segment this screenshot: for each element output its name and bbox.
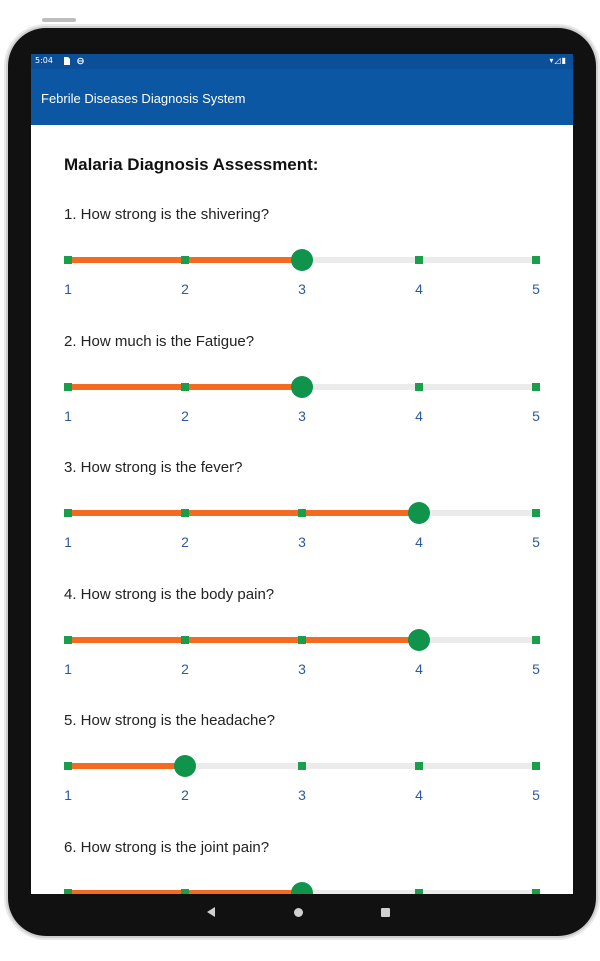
- scale-label: 4: [415, 787, 423, 803]
- slider-tick: [532, 256, 540, 264]
- question-item: 1. How strong is the shivering? 1 2 3 4 5: [31, 206, 573, 332]
- slider-tick: [298, 635, 306, 644]
- slider-tick: [64, 382, 72, 391]
- scale-label: 5: [532, 787, 540, 803]
- scale-label: 2: [181, 660, 189, 677]
- rating-slider[interactable]: 1 2 3 4 5: [64, 621, 540, 677]
- data-saver-icon: [77, 57, 84, 65]
- app-bar: Febrile Diseases Diagnosis System: [31, 69, 573, 125]
- scale-label: 5: [532, 281, 540, 297]
- rating-slider[interactable]: 1 2 3 4 5: [64, 241, 540, 297]
- rating-slider[interactable]: 12345: [64, 874, 540, 894]
- slider-tick: [181, 509, 189, 517]
- scale-label: 3: [298, 787, 306, 803]
- question-item: 2. How much is the Fatigue? 1 2 3 4 5: [31, 333, 573, 459]
- scale-label: 1: [64, 281, 72, 297]
- app-screen: 5:04 ▾◿▮ Febrile Diseases Diagnosis Syst…: [31, 54, 573, 894]
- slider-tick: [532, 382, 540, 391]
- question-text: 5. How strong is the headache?: [64, 712, 275, 729]
- slider-thumb[interactable]: [408, 628, 430, 651]
- question-text: 3. How strong is the fever?: [64, 459, 243, 476]
- rating-slider[interactable]: 1 2 3 4 5: [64, 747, 540, 803]
- slider-fill: [68, 636, 419, 643]
- app-title: Febrile Diseases Diagnosis System: [41, 91, 246, 106]
- nav-recents-icon[interactable]: [381, 908, 390, 917]
- question-text: 6. How strong is the joint pain?: [64, 838, 270, 856]
- status-time: 5:04: [35, 56, 53, 65]
- nav-home-icon[interactable]: [294, 908, 303, 917]
- slider-tick: [415, 256, 423, 264]
- question-item: 3. How strong is the fever? 1 2 3 4 5: [31, 459, 573, 585]
- scale-label: 1: [64, 407, 72, 424]
- slider-thumb[interactable]: [291, 249, 313, 271]
- slider-thumb[interactable]: [174, 755, 196, 777]
- scale-label: 3: [298, 534, 306, 550]
- question-text: 2. How much is the Fatigue?: [64, 332, 255, 350]
- slider-tick: [181, 256, 189, 264]
- rating-slider[interactable]: 1 2 3 4 5: [64, 494, 540, 550]
- scale-label: 5: [532, 534, 540, 550]
- slider-tick: [415, 382, 423, 391]
- scale-label: 1: [64, 660, 72, 677]
- scale-label: 4: [415, 281, 423, 297]
- slider-thumb[interactable]: [408, 502, 430, 524]
- scale-label: 1: [64, 787, 72, 803]
- slider-tick: [181, 382, 189, 391]
- assessment-content: Malaria Diagnosis Assessment: 1. How str…: [31, 125, 573, 894]
- scale-label: 2: [181, 787, 189, 803]
- scale-label: 5: [532, 407, 540, 424]
- slider-tick: [64, 762, 72, 770]
- slider-tick: [298, 762, 306, 770]
- slider-tick: [64, 256, 72, 264]
- scale-label: 1: [64, 534, 72, 550]
- sim-card-icon: [64, 57, 70, 65]
- scale-label: 3: [298, 407, 306, 424]
- scale-label: 2: [181, 534, 189, 550]
- slider-tick: [532, 762, 540, 770]
- slider-tick: [415, 762, 423, 770]
- rating-slider[interactable]: 1 2 3 4 5: [64, 368, 540, 424]
- slider-tick: [532, 509, 540, 517]
- scale-label: 2: [181, 281, 189, 297]
- scale-label: 5: [532, 660, 540, 677]
- question-item: 5. How strong is the headache? 1 2 3 4 5: [31, 712, 573, 838]
- scale-label: 3: [298, 281, 306, 297]
- question-text: 4. How strong is the body pain?: [64, 585, 275, 603]
- scale-label: 3: [298, 660, 306, 677]
- question-item: 6. How strong is the joint pain? 12345: [31, 838, 573, 894]
- slider-thumb[interactable]: [291, 881, 313, 894]
- status-icons: ▾◿▮: [549, 56, 567, 65]
- slider-tick: [64, 509, 72, 517]
- nav-back-icon[interactable]: [207, 907, 215, 917]
- power-button: [42, 18, 76, 22]
- slider-tick: [181, 635, 189, 644]
- scale-label: 4: [415, 534, 423, 550]
- slider-tick: [298, 509, 306, 517]
- scale-label: 4: [415, 407, 423, 424]
- slider-thumb[interactable]: [291, 375, 313, 398]
- scale-label: 4: [415, 660, 423, 677]
- slider-fill: [68, 510, 419, 516]
- slider-tick: [532, 635, 540, 644]
- system-nav-bar: [31, 894, 573, 934]
- scale-label: 2: [181, 407, 189, 424]
- page-title: Malaria Diagnosis Assessment:: [64, 155, 319, 174]
- question-text: 1. How strong is the shivering?: [64, 206, 270, 223]
- slider-fill: [68, 763, 185, 769]
- slider-tick: [64, 635, 72, 644]
- question-item: 4. How strong is the body pain? 1 2 3 4 5: [31, 586, 573, 712]
- status-bar: 5:04 ▾◿▮: [31, 54, 573, 69]
